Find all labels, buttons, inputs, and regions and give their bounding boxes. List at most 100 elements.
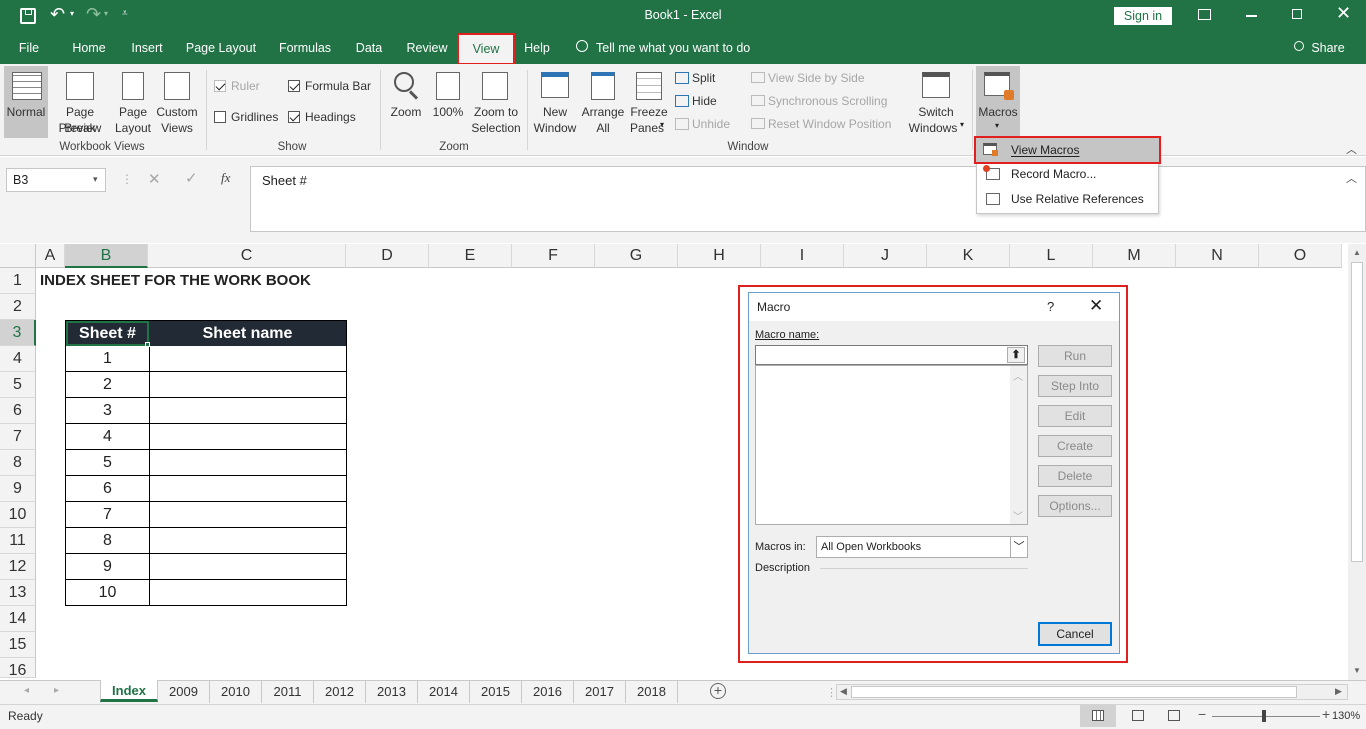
macros-button[interactable]: Macros ▾ <box>976 66 1020 138</box>
tab-help[interactable]: Help <box>518 32 556 64</box>
redo-icon[interactable]: ↷ <box>86 4 101 25</box>
ruler-checkbox[interactable] <box>214 80 226 92</box>
redo-dropdown-icon[interactable]: ▾ <box>104 9 108 18</box>
sheet-tab[interactable]: 2014 <box>418 681 470 703</box>
sheet-tab[interactable]: 2009 <box>158 681 210 703</box>
tab-page-layout[interactable]: Page Layout <box>182 32 260 64</box>
macro-name-collapse-icon[interactable]: ⬆ <box>1007 347 1025 363</box>
tab-data[interactable]: Data <box>350 32 388 64</box>
select-all-corner[interactable] <box>0 244 36 268</box>
row-header[interactable]: 12 <box>0 554 36 580</box>
table-row[interactable]: 1 <box>66 346 346 372</box>
table-row[interactable]: 10 <box>66 580 346 605</box>
create-button[interactable]: Create <box>1038 435 1112 457</box>
synchronous-scrolling-button[interactable]: Synchronous Scrolling <box>768 93 887 109</box>
tab-view[interactable]: View <box>457 33 515 65</box>
page-layout-status-icon[interactable] <box>1132 710 1144 721</box>
row-header[interactable]: 6 <box>0 398 36 424</box>
unhide-button[interactable]: Unhide <box>692 116 730 132</box>
scroll-down-arrow[interactable]: ▼ <box>1353 666 1361 675</box>
sheet-tab[interactable]: 2017 <box>574 681 626 703</box>
macro-list-scrollbar[interactable]: ︿ ﹀ <box>1010 366 1027 524</box>
undo-icon[interactable]: ↶ <box>50 4 65 25</box>
table-row[interactable]: 9 <box>66 554 346 580</box>
table-row[interactable]: 2 <box>66 372 346 398</box>
column-header[interactable]: A <box>36 244 65 268</box>
scroll-up-arrow[interactable]: ▲ <box>1353 248 1361 257</box>
row-header[interactable]: 8 <box>0 450 36 476</box>
split-button[interactable]: Split <box>692 70 715 86</box>
table-row[interactable]: 5 <box>66 450 346 476</box>
table-row[interactable]: 8 <box>66 528 346 554</box>
row-header[interactable]: 4 <box>0 346 36 372</box>
sheet-tab[interactable]: 2015 <box>470 681 522 703</box>
sheet-tab[interactable]: 2013 <box>366 681 418 703</box>
freeze-panes-button[interactable]: Freeze Panes ▾ <box>628 66 670 138</box>
column-header[interactable]: O <box>1259 244 1342 268</box>
column-header[interactable]: N <box>1176 244 1259 268</box>
step-into-button[interactable]: Step Into <box>1038 375 1112 397</box>
sheet-tab[interactable]: 2011 <box>262 681 314 703</box>
normal-view-button[interactable]: Normal <box>4 66 48 138</box>
save-icon[interactable] <box>20 8 36 24</box>
name-box-dropdown-icon[interactable]: ▾ <box>93 174 98 185</box>
page-break-preview-button[interactable]: Page Break Preview <box>50 66 110 138</box>
column-header[interactable]: F <box>512 244 595 268</box>
dialog-help-button[interactable]: ? <box>1047 299 1054 314</box>
sign-in-button[interactable]: Sign in <box>1114 7 1172 25</box>
tab-review[interactable]: Review <box>400 32 454 64</box>
table-row[interactable]: 4 <box>66 424 346 450</box>
list-scroll-up-icon[interactable]: ︿ <box>1013 368 1023 383</box>
table-row[interactable]: 6 <box>66 476 346 502</box>
view-macros-menu-item[interactable]: View Macros <box>974 136 1161 164</box>
reset-window-position-button[interactable]: Reset Window Position <box>768 116 891 132</box>
arrange-all-button[interactable]: Arrange All <box>580 66 626 138</box>
edit-button[interactable]: Edit <box>1038 405 1112 427</box>
sheet-tab[interactable]: 2010 <box>210 681 262 703</box>
tab-home[interactable]: Home <box>66 32 112 64</box>
collapse-formula-bar-icon[interactable]: ︿ <box>1346 170 1357 186</box>
table-row[interactable]: 7 <box>66 502 346 528</box>
horizontal-scrollbar[interactable]: ◀ ▶ <box>836 684 1348 700</box>
maximize-icon[interactable] <box>1292 9 1302 19</box>
use-relative-references-menu-item[interactable]: Use Relative References <box>978 187 1158 211</box>
row-header[interactable]: 5 <box>0 372 36 398</box>
sheet-tab-index[interactable]: Index <box>100 680 158 702</box>
row-header[interactable]: 1 <box>0 268 36 294</box>
zoom-in-icon[interactable]: + <box>1322 706 1330 722</box>
sheet-scroll-left-icon[interactable]: ◂ <box>24 685 29 696</box>
vertical-scrollbar[interactable]: ▲ ▼ <box>1348 244 1366 680</box>
row-header[interactable]: 15 <box>0 632 36 658</box>
h-scroll-right-arrow[interactable]: ▶ <box>1335 686 1342 697</box>
row-header[interactable]: 13 <box>0 580 36 606</box>
scroll-thumb[interactable] <box>1351 262 1363 562</box>
confirm-entry-icon[interactable]: ✓ <box>185 169 198 187</box>
custom-views-button[interactable]: Custom Views <box>154 66 200 138</box>
hide-button[interactable]: Hide <box>692 93 717 109</box>
zoom-slider-track[interactable] <box>1212 716 1320 717</box>
ribbon-display-options-icon[interactable] <box>1198 9 1211 20</box>
cancel-entry-icon[interactable]: ✕ <box>148 170 161 188</box>
cancel-button[interactable]: Cancel <box>1038 622 1112 646</box>
options-button[interactable]: Options... <box>1038 495 1112 517</box>
h-scroll-thumb[interactable] <box>851 686 1297 698</box>
sheet-scroll-right-icon[interactable]: ▸ <box>54 685 59 696</box>
fill-handle[interactable] <box>145 342 150 347</box>
column-header[interactable]: C <box>148 244 346 268</box>
zoom-level[interactable]: 130% <box>1332 710 1360 722</box>
row-header[interactable]: 9 <box>0 476 36 502</box>
new-window-button[interactable]: New Window <box>532 66 578 138</box>
headings-checkbox[interactable] <box>288 111 300 123</box>
dialog-close-icon[interactable]: ✕ <box>1089 296 1103 316</box>
macros-in-dropdown-icon[interactable]: ﹀ <box>1010 537 1027 557</box>
column-header[interactable]: J <box>844 244 927 268</box>
row-header[interactable]: 2 <box>0 294 36 320</box>
row-header[interactable]: 10 <box>0 502 36 528</box>
macro-list[interactable]: ︿ ﹀ <box>755 365 1028 525</box>
undo-dropdown-icon[interactable]: ▾ <box>70 9 74 18</box>
gridlines-checkbox[interactable] <box>214 111 226 123</box>
delete-button[interactable]: Delete <box>1038 465 1112 487</box>
macro-name-input[interactable]: ⬆ <box>755 345 1028 365</box>
run-button[interactable]: Run <box>1038 345 1112 367</box>
new-sheet-icon[interactable]: + <box>710 683 726 699</box>
